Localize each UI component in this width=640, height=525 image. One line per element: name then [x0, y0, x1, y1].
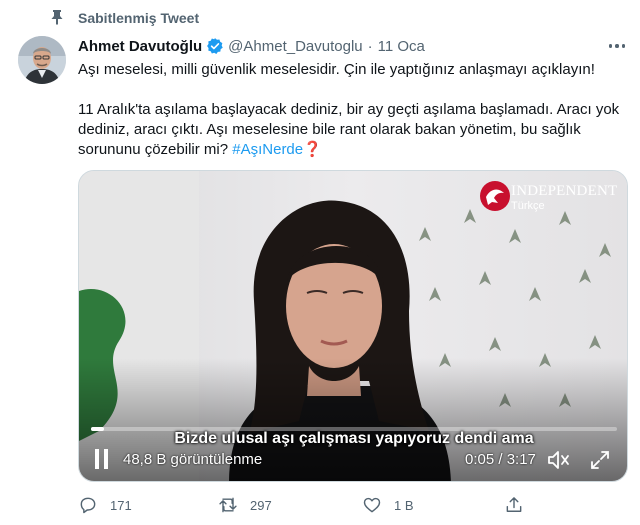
pinned-header: Sabitlenmiş Tweet [0, 0, 640, 32]
author-name[interactable]: Ahmet Davutoğlu [78, 38, 202, 55]
tweet-header: Ahmet Davutoğlu @Ahmet_Davutoglu · 11 Oc… [78, 36, 425, 56]
reply-button[interactable]: 171 [78, 494, 132, 516]
brand-name: INDEPENDENT [511, 183, 618, 199]
retweet-button[interactable]: 297 [218, 494, 272, 516]
pin-icon [51, 10, 63, 25]
share-icon [506, 497, 522, 512]
reply-count: 171 [110, 497, 132, 513]
brand-subtitle: Türkçe [511, 200, 545, 212]
like-button[interactable]: 1 B [362, 494, 414, 516]
mute-icon[interactable] [547, 449, 571, 471]
retweet-icon [219, 497, 237, 513]
reply-icon [80, 497, 96, 514]
tweet-paragraph-2: 11 Aralık'ta aşılama başlayacak dediniz,… [78, 100, 630, 160]
heart-icon [363, 497, 381, 513]
video-controls: 48,8 B görüntülenme 0:05 / 3:17 [79, 445, 627, 477]
pinned-label: Sabitlenmiş Tweet [78, 10, 200, 26]
fullscreen-icon[interactable] [589, 449, 611, 471]
share-button[interactable] [504, 494, 536, 516]
like-count: 1 B [394, 497, 414, 513]
question-emoji: ❓ [303, 141, 322, 158]
separator-dot: · [367, 37, 373, 55]
tweet-paragraph-2-text: 11 Aralık'ta aşılama başlayacak dediniz,… [78, 101, 620, 158]
view-count: 48,8 B görüntülenme [123, 451, 263, 468]
author-handle[interactable]: @Ahmet_Davutoglu [228, 38, 362, 55]
hashtag-link[interactable]: #AşıNerde [232, 141, 303, 158]
pause-icon[interactable] [95, 449, 111, 469]
independent-logo-icon [480, 181, 510, 211]
more-options-icon[interactable] [606, 38, 628, 54]
tweet-paragraph-1: Aşı meselesi, milli güvenlik meselesidir… [78, 61, 595, 78]
video-time: 0:05 / 3:17 [465, 451, 536, 468]
tweet-text: Aşı meselesi, milli güvenlik meselesidir… [78, 60, 630, 180]
verified-badge-icon [207, 38, 223, 54]
tweet-date[interactable]: 11 Oca [378, 38, 425, 55]
avatar[interactable] [18, 36, 66, 84]
retweet-count: 297 [250, 497, 272, 513]
video-player[interactable]: INDEPENDENT Türkçe Bizde ulusal aşı çalı… [78, 170, 628, 482]
tweet-actions: 171 297 1 B [78, 494, 630, 516]
